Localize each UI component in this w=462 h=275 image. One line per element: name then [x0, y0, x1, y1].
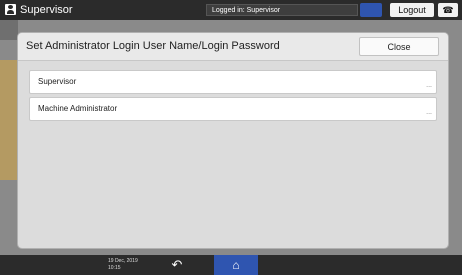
list-item-label: Machine Administrator — [38, 104, 118, 113]
user-icon — [5, 4, 16, 15]
background-panel — [0, 20, 18, 40]
datetime-display: 19 Dec, 2019 10:15 — [108, 258, 138, 271]
screen: Supervisor Logged in: Supervisor Logout … — [0, 0, 462, 275]
current-user-name: Supervisor — [20, 4, 73, 16]
list-item-label: Supervisor — [38, 77, 77, 86]
phone-icon: ☎ — [442, 5, 454, 15]
admin-user-list: Supervisor ... Machine Administrator ... — [29, 70, 437, 124]
home-button[interactable]: ⌂ — [214, 255, 258, 275]
home-icon: ⌂ — [232, 258, 240, 272]
more-indicator: ... — [426, 82, 432, 89]
help-button[interactable] — [360, 3, 382, 17]
back-button[interactable]: ↶ — [166, 257, 188, 273]
phone-button[interactable]: ☎ — [438, 3, 458, 17]
background-panel-highlight — [0, 60, 18, 180]
logged-in-status: Logged in: Supervisor — [206, 4, 358, 16]
top-status-bar: Supervisor Logged in: Supervisor Logout … — [0, 0, 462, 20]
more-indicator: ... — [426, 109, 432, 116]
close-button[interactable]: Close — [359, 37, 439, 56]
dialog-header: Set Administrator Login User Name/Login … — [18, 33, 448, 61]
back-arrow-icon: ↶ — [171, 257, 183, 272]
list-item-supervisor[interactable]: Supervisor ... — [29, 70, 437, 94]
logout-button[interactable]: Logout — [390, 3, 434, 17]
admin-login-dialog: Set Administrator Login User Name/Login … — [18, 33, 448, 248]
dialog-title: Set Administrator Login User Name/Login … — [26, 40, 280, 52]
bottom-bar: 19 Dec, 2019 10:15 ↶ ⌂ — [0, 255, 462, 275]
list-item-machine-administrator[interactable]: Machine Administrator ... — [29, 97, 437, 121]
